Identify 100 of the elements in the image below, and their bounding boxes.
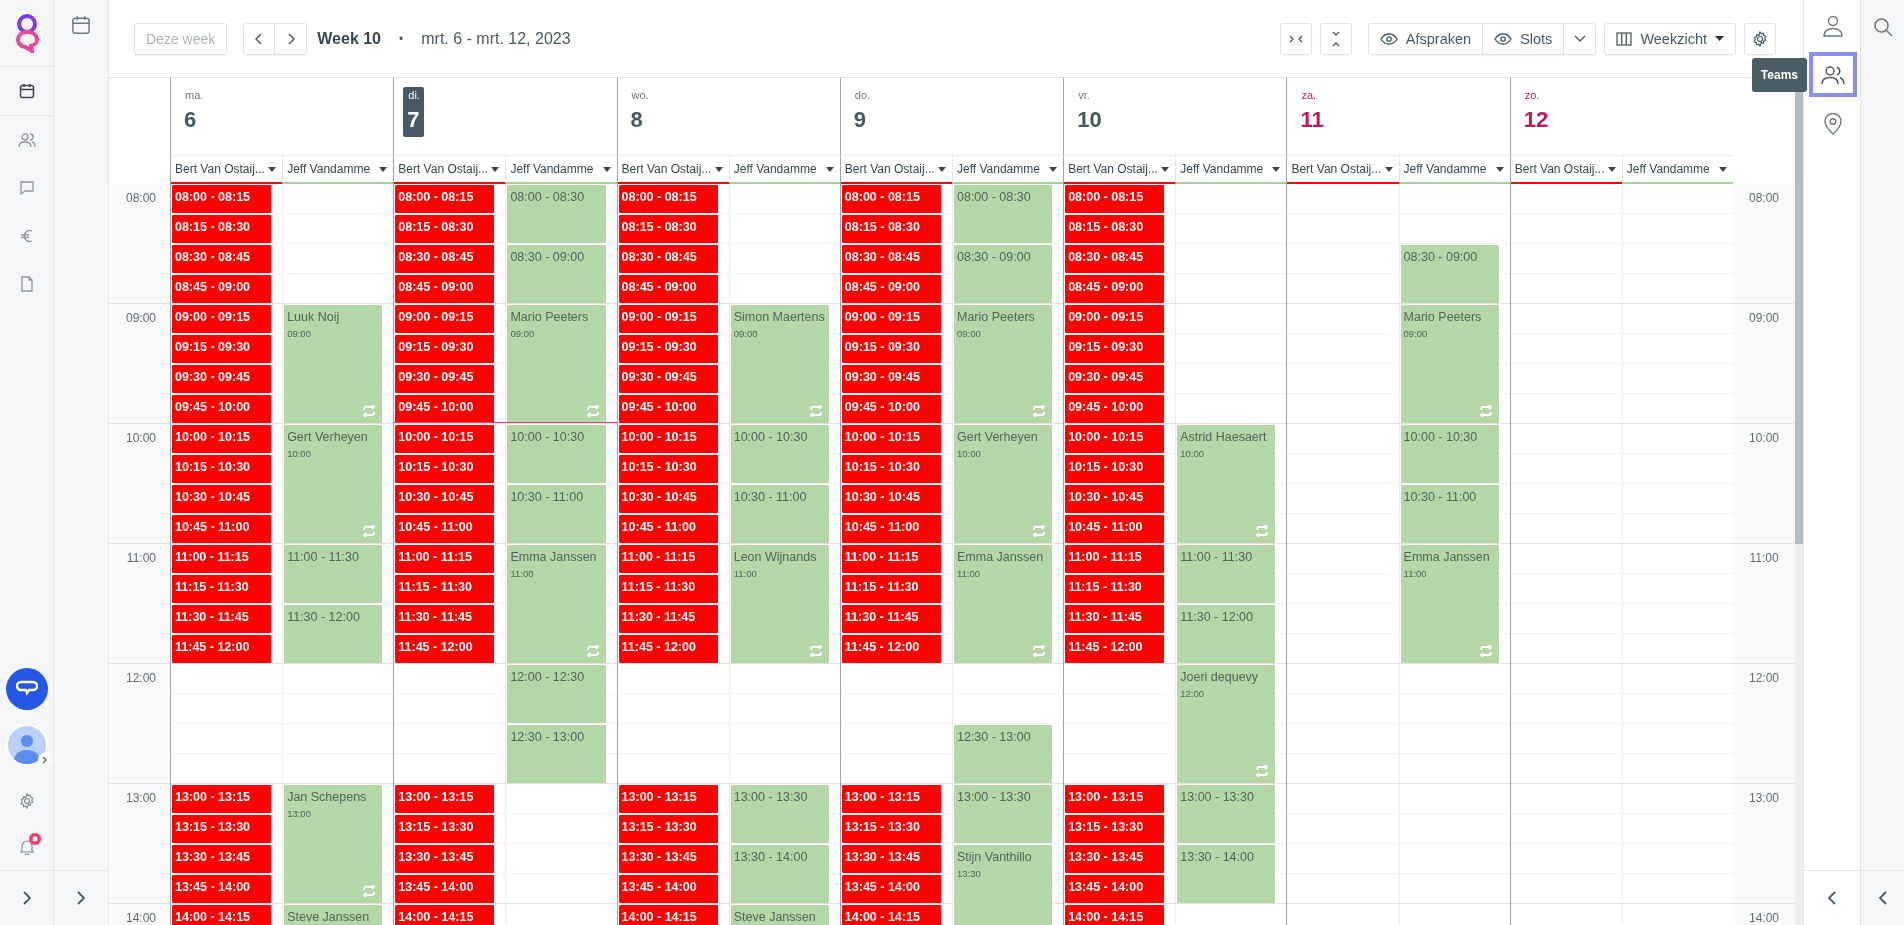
appointment[interactable]: Emma Janssen 11:00 — [1400, 545, 1499, 663]
booked-slot[interactable]: 08:00 - 08:15 — [172, 185, 272, 213]
booked-slot[interactable]: 11:30 - 11:45 — [395, 605, 495, 633]
booked-slot[interactable]: 10:00 - 10:15 — [395, 425, 495, 453]
open-slot[interactable]: 08:30 - 09:00 — [507, 245, 606, 303]
booked-slot[interactable]: 13:30 - 13:45 — [618, 845, 718, 873]
appointment[interactable]: Emma Janssen 11:00 — [507, 545, 606, 663]
booked-slot[interactable]: 09:15 - 09:30 — [395, 335, 495, 363]
booked-slot[interactable]: 09:15 - 09:30 — [618, 335, 718, 363]
appointment[interactable]: Steve Janssen — [284, 905, 383, 925]
booked-slot[interactable]: 14:00 - 14:15 — [618, 905, 718, 925]
view-select[interactable]: Weekzicht — [1604, 22, 1736, 55]
appointment[interactable]: Jan Schepens 13:00 — [284, 785, 383, 903]
open-slot[interactable]: 08:30 - 09:00 — [954, 245, 1053, 303]
next-button[interactable] — [275, 22, 308, 55]
appointment[interactable]: Simon Maertens 09:00 — [730, 305, 829, 423]
booked-slot[interactable]: 13:00 - 13:15 — [172, 785, 272, 813]
previous-button[interactable] — [243, 22, 276, 55]
booked-slot[interactable]: 13:00 - 13:15 — [618, 785, 718, 813]
booked-slot[interactable]: 13:15 - 13:30 — [841, 815, 941, 843]
booked-slot[interactable]: 08:30 - 08:45 — [1065, 245, 1165, 273]
booked-slot[interactable]: 11:15 - 11:30 — [841, 575, 941, 603]
booked-slot[interactable]: 08:30 - 08:45 — [841, 245, 941, 273]
visibility-toggle[interactable]: Slots — [1483, 22, 1565, 55]
booked-slot[interactable]: 09:00 - 09:15 — [172, 305, 272, 333]
open-slot[interactable]: 13:00 - 13:30 — [1177, 785, 1276, 843]
booked-slot[interactable]: 10:00 - 10:15 — [841, 425, 941, 453]
resource-header[interactable]: Jeff Vandamme — [952, 156, 1064, 184]
expand-rows-button[interactable] — [1319, 22, 1352, 55]
booked-slot[interactable]: 09:00 - 09:15 — [618, 305, 718, 333]
booked-slot[interactable]: 09:45 - 10:00 — [172, 395, 272, 423]
open-slot[interactable]: 10:30 - 11:00 — [507, 485, 606, 543]
booked-slot[interactable]: 14:00 - 14:15 — [395, 905, 495, 925]
booked-slot[interactable]: 08:00 - 08:15 — [395, 185, 495, 213]
open-slot[interactable]: 11:30 - 12:00 — [1177, 605, 1276, 663]
booked-slot[interactable]: 08:00 - 08:15 — [841, 185, 941, 213]
dropdown-button[interactable] — [1564, 22, 1597, 55]
appointment[interactable]: Leon Wijnands 11:00 — [730, 545, 829, 663]
settings-button[interactable] — [1744, 22, 1776, 55]
resource-header[interactable]: Jeff Vandamme — [1398, 156, 1510, 184]
booked-slot[interactable]: 09:30 - 09:45 — [1065, 365, 1165, 393]
booked-slot[interactable]: 11:45 - 12:00 — [395, 635, 495, 663]
open-slot[interactable]: 11:30 - 12:00 — [284, 605, 383, 663]
booked-slot[interactable]: 11:15 - 11:30 — [172, 575, 272, 603]
booked-slot[interactable]: 08:45 - 09:00 — [841, 275, 941, 303]
booked-slot[interactable]: 09:45 - 10:00 — [618, 395, 718, 423]
booked-slot[interactable]: 13:30 - 13:45 — [841, 845, 941, 873]
booked-slot[interactable]: 11:00 - 11:15 — [618, 545, 718, 573]
open-slot[interactable]: 10:30 - 11:00 — [1400, 485, 1499, 543]
booked-slot[interactable]: 09:30 - 09:45 — [395, 365, 495, 393]
booked-slot[interactable]: 13:00 - 13:15 — [841, 785, 941, 813]
open-slot[interactable]: 12:00 - 12:30 — [507, 665, 606, 723]
booked-slot[interactable]: 13:15 - 13:30 — [618, 815, 718, 843]
booked-slot[interactable]: 08:15 - 08:30 — [395, 215, 495, 243]
booked-slot[interactable]: 10:30 - 10:45 — [841, 485, 941, 513]
booked-slot[interactable]: 09:15 - 09:30 — [172, 335, 272, 363]
booked-slot[interactable]: 11:00 - 11:15 — [1065, 545, 1165, 573]
booked-slot[interactable]: 13:45 - 14:00 — [395, 875, 495, 903]
calendar-icon[interactable] — [71, 15, 91, 35]
avatar[interactable] — [5, 724, 48, 766]
booked-slot[interactable]: 08:15 - 08:30 — [172, 215, 272, 243]
open-slot[interactable]: 08:00 - 08:30 — [954, 185, 1053, 243]
booked-slot[interactable]: 11:00 - 11:15 — [841, 545, 941, 573]
booked-slot[interactable]: 10:45 - 11:00 — [841, 515, 941, 543]
booked-slot[interactable]: 08:15 - 08:30 — [841, 215, 941, 243]
booked-slot[interactable]: 13:30 - 13:45 — [1065, 845, 1165, 873]
booked-slot[interactable]: 14:00 - 14:15 — [172, 905, 272, 925]
booked-slot[interactable]: 10:30 - 10:45 — [172, 485, 272, 513]
booked-slot[interactable]: 08:45 - 09:00 — [618, 275, 718, 303]
booked-slot[interactable]: 10:30 - 10:45 — [618, 485, 718, 513]
resource-header[interactable]: Jeff Vandamme — [728, 156, 840, 184]
booked-slot[interactable]: 10:30 - 10:45 — [1065, 485, 1165, 513]
resource-header[interactable]: Jeff Vandamme — [1621, 156, 1733, 184]
booked-slot[interactable]: 13:15 - 13:30 — [172, 815, 272, 843]
booked-slot[interactable]: 08:15 - 08:30 — [618, 215, 718, 243]
appointment[interactable]: Mario Peeters 09:00 — [507, 305, 606, 423]
open-slot[interactable]: 11:00 - 11:30 — [284, 545, 383, 603]
open-slot[interactable]: 10:00 - 10:30 — [1400, 425, 1499, 483]
booked-slot[interactable]: 11:45 - 12:00 — [172, 635, 272, 663]
booked-slot[interactable]: 13:30 - 13:45 — [395, 845, 495, 873]
booked-slot[interactable]: 11:00 - 11:15 — [395, 545, 495, 573]
booked-slot[interactable]: 11:15 - 11:30 — [395, 575, 495, 603]
booked-slot[interactable]: 08:45 - 09:00 — [395, 275, 495, 303]
booked-slot[interactable]: 09:30 - 09:45 — [841, 365, 941, 393]
resource-header[interactable]: Jeff Vandamme — [282, 156, 394, 184]
booked-slot[interactable]: 13:00 - 13:15 — [395, 785, 495, 813]
booked-slot[interactable]: 09:00 - 09:15 — [841, 305, 941, 333]
booked-slot[interactable]: 11:30 - 11:45 — [841, 605, 941, 633]
booked-slot[interactable]: 09:45 - 10:00 — [1065, 395, 1165, 423]
booked-slot[interactable]: 09:45 - 10:00 — [841, 395, 941, 423]
help-chat-button[interactable] — [5, 668, 48, 710]
appointment[interactable]: Gert Verheyen 10:00 — [284, 425, 383, 543]
open-slot[interactable]: 08:30 - 09:00 — [1400, 245, 1499, 303]
booked-slot[interactable]: 13:45 - 14:00 — [172, 875, 272, 903]
open-slot[interactable]: 12:30 - 13:00 — [507, 725, 606, 783]
open-slot[interactable]: 10:30 - 11:00 — [730, 485, 829, 543]
booked-slot[interactable]: 08:00 - 08:15 — [618, 185, 718, 213]
booked-slot[interactable]: 10:15 - 10:30 — [841, 455, 941, 483]
booked-slot[interactable]: 11:45 - 12:00 — [841, 635, 941, 663]
open-slot[interactable]: 10:00 - 10:30 — [507, 425, 606, 483]
